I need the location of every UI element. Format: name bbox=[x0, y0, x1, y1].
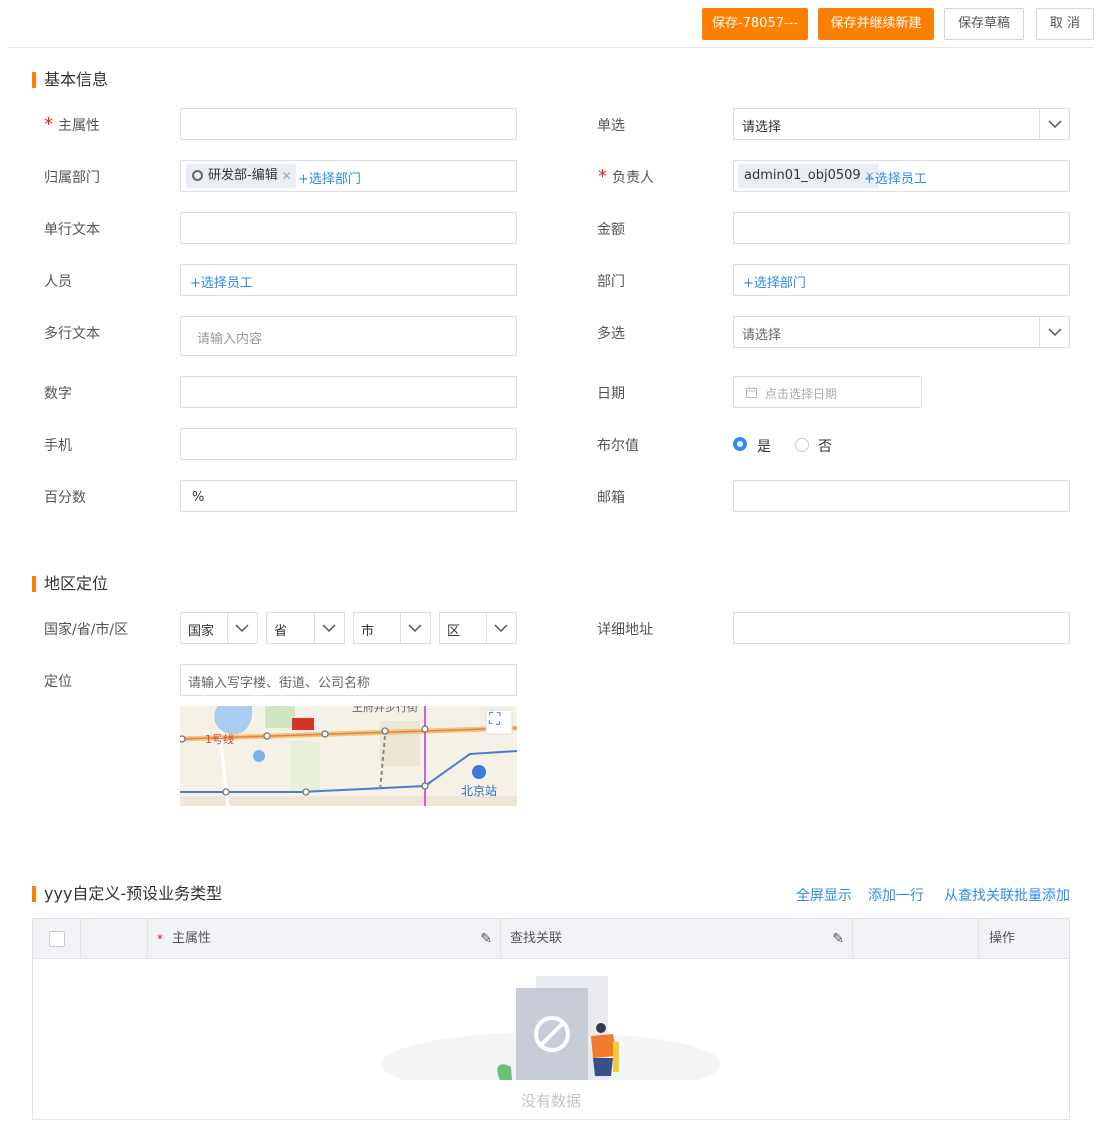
multi-select-label: 多选 bbox=[597, 326, 625, 342]
chevron-down-icon[interactable] bbox=[1039, 109, 1069, 139]
amount-input[interactable] bbox=[733, 212, 1070, 244]
dept-picker[interactable]: 研发部-编辑 ✕ +选择部门 bbox=[180, 160, 517, 192]
spacer-column bbox=[853, 919, 979, 959]
chevron-down-icon[interactable] bbox=[400, 613, 430, 643]
address-label: 详细地址 bbox=[597, 622, 653, 638]
multi-select-placeholder: 请选择 bbox=[742, 328, 782, 343]
batch-add-link[interactable]: 从查找关联批量添加 bbox=[944, 885, 1070, 905]
province-select[interactable]: 省 bbox=[266, 612, 345, 644]
chevron-down-icon[interactable] bbox=[486, 613, 516, 643]
select-all-checkbox[interactable] bbox=[49, 931, 65, 947]
fullscreen-link[interactable]: 全屏显示 bbox=[796, 885, 852, 905]
percent-label: 百分数 bbox=[44, 490, 86, 506]
table-header: * 主属性 ✎ 查找关联 ✎ 操作 bbox=[33, 919, 1069, 959]
single-text-label: 单行文本 bbox=[44, 222, 100, 238]
email-label: 邮箱 bbox=[597, 490, 625, 506]
cancel-button[interactable]: 取 消 bbox=[1036, 8, 1094, 40]
bool-yes-radio[interactable] bbox=[733, 437, 747, 451]
percent-input[interactable]: % bbox=[180, 480, 517, 512]
add-owner-link[interactable]: +选择员工 bbox=[864, 168, 927, 187]
single-text-input[interactable] bbox=[180, 212, 517, 244]
chevron-down-icon[interactable] bbox=[227, 613, 257, 643]
add-department-link[interactable]: +选择部门 bbox=[743, 272, 806, 291]
calendar-icon bbox=[746, 387, 757, 398]
fullscreen-icon[interactable]: ⛶ bbox=[489, 709, 500, 729]
map-line-label: 1号线 bbox=[205, 733, 234, 746]
country-select[interactable]: 国家 bbox=[180, 612, 258, 644]
number-label: 数字 bbox=[44, 386, 72, 402]
multiline-textarea[interactable]: 请输入内容 bbox=[180, 316, 517, 356]
add-row-link[interactable]: 添加一行 bbox=[868, 885, 924, 905]
multi-select[interactable]: 请选择 bbox=[733, 316, 1070, 348]
circle-icon bbox=[192, 170, 203, 181]
main-attr-label: * 主属性 bbox=[44, 114, 100, 135]
required-mark: * bbox=[598, 166, 607, 187]
add-dept-link[interactable]: +选择部门 bbox=[298, 168, 361, 187]
date-placeholder: 点击选择日期 bbox=[765, 387, 838, 401]
multiline-placeholder: 请输入内容 bbox=[197, 332, 263, 347]
top-toolbar: 保存-78057--- 保存并继续新建 保存草稿 取 消 bbox=[8, 0, 1094, 48]
single-select-label: 单选 bbox=[597, 118, 625, 134]
required-mark: * bbox=[44, 114, 53, 135]
department-picker[interactable]: +选择部门 bbox=[733, 264, 1070, 296]
empty-state: 没有数据 bbox=[33, 960, 1069, 1119]
data-table: * 主属性 ✎ 查找关联 ✎ 操作 没有数据 bbox=[32, 918, 1070, 1120]
edit-icon[interactable]: ✎ bbox=[832, 919, 844, 959]
date-label: 日期 bbox=[597, 386, 625, 402]
close-icon[interactable]: ✕ bbox=[282, 164, 292, 188]
empty-text: 没有数据 bbox=[520, 1092, 581, 1110]
column-main-attr[interactable]: * 主属性 ✎ bbox=[148, 919, 501, 959]
percent-value: % bbox=[192, 490, 205, 505]
save-and-new-button[interactable]: 保存并继续新建 bbox=[818, 8, 934, 40]
section-title-table: yyy自定义-预设业务类型 bbox=[32, 884, 222, 904]
bool-yes-label[interactable]: 是 bbox=[757, 436, 771, 456]
chevron-down-icon[interactable] bbox=[314, 613, 344, 643]
index-column bbox=[81, 919, 148, 959]
email-input[interactable] bbox=[733, 480, 1070, 512]
location-label: 定位 bbox=[44, 674, 72, 690]
department-label: 部门 bbox=[597, 274, 625, 290]
save-draft-button[interactable]: 保存草稿 bbox=[944, 8, 1024, 40]
add-person-link[interactable]: +选择员工 bbox=[190, 272, 253, 291]
address-input[interactable] bbox=[733, 612, 1070, 644]
single-select[interactable]: 请选择 bbox=[733, 108, 1070, 140]
person-picker[interactable]: +选择员工 bbox=[180, 264, 517, 296]
person-label: 人员 bbox=[44, 274, 72, 290]
bool-no-label[interactable]: 否 bbox=[818, 436, 832, 456]
map-station-label: 北京站 bbox=[461, 784, 498, 798]
single-select-value: 请选择 bbox=[742, 120, 782, 135]
dept-label: 归属部门 bbox=[44, 170, 100, 186]
required-mark: * bbox=[157, 932, 163, 946]
map-street-label: 王府井步行街 bbox=[352, 706, 418, 714]
area-label: 国家/省/市/区 bbox=[44, 622, 129, 638]
save-button[interactable]: 保存-78057--- bbox=[702, 8, 808, 40]
section-title-basic: 基本信息 bbox=[32, 70, 108, 90]
number-input[interactable] bbox=[180, 376, 517, 408]
bool-label: 布尔值 bbox=[597, 438, 639, 454]
phone-label: 手机 bbox=[44, 438, 72, 454]
owner-label: * 负责人 bbox=[598, 166, 654, 187]
amount-label: 金额 bbox=[597, 222, 625, 238]
dept-tag: 研发部-编辑 ✕ bbox=[186, 164, 296, 188]
location-placeholder: 请输入写字楼、街道、公司名称 bbox=[188, 676, 371, 691]
select-all-cell bbox=[33, 919, 81, 959]
district-select[interactable]: 区 bbox=[439, 612, 517, 644]
empty-illustration bbox=[381, 976, 721, 1096]
city-select[interactable]: 市 bbox=[353, 612, 431, 644]
column-lookup[interactable]: 查找关联 ✎ bbox=[501, 919, 853, 959]
location-search-input[interactable]: 请输入写字楼、街道、公司名称 bbox=[180, 664, 517, 696]
owner-tag: admin01_obj0509 ✕ bbox=[738, 164, 879, 188]
bool-no-radio[interactable] bbox=[795, 438, 809, 452]
multiline-label: 多行文本 bbox=[44, 326, 100, 342]
map-view[interactable]: 1号线 王府井步行街 北京站 ⛶ bbox=[180, 706, 517, 806]
date-picker[interactable]: 点击选择日期 bbox=[733, 376, 922, 408]
column-actions: 操作 bbox=[989, 931, 1016, 946]
section-title-region: 地区定位 bbox=[32, 574, 108, 594]
phone-input[interactable] bbox=[180, 428, 517, 460]
chevron-down-icon[interactable] bbox=[1039, 317, 1069, 347]
owner-picker[interactable]: admin01_obj0509 ✕ +选择员工 bbox=[733, 160, 1070, 192]
main-attr-input[interactable] bbox=[180, 108, 517, 140]
edit-icon[interactable]: ✎ bbox=[480, 919, 492, 959]
